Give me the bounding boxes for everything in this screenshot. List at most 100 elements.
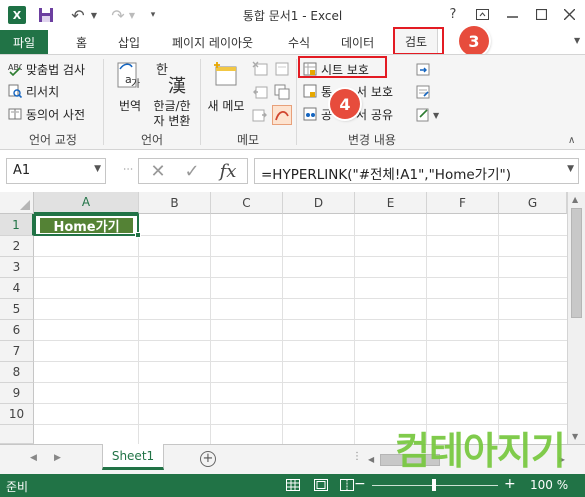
- research-button[interactable]: 리서치: [8, 82, 59, 100]
- thesaurus-button[interactable]: 동의어 사전: [8, 105, 85, 123]
- allow-edit-ranges-icon[interactable]: [415, 84, 431, 100]
- tab-formulas[interactable]: 수식: [288, 30, 310, 54]
- column-header[interactable]: A: [34, 192, 139, 214]
- tab-file[interactable]: 파일: [0, 30, 48, 54]
- hangul-icon: 한: [156, 63, 168, 78]
- zoom-out-button[interactable]: −: [354, 476, 366, 492]
- annotation-step-3: 3: [459, 26, 489, 56]
- next-sheet-icon[interactable]: ▶: [54, 453, 61, 463]
- previous-comment-icon[interactable]: [252, 84, 268, 100]
- tab-data[interactable]: 데이터: [341, 30, 374, 54]
- maximize-icon[interactable]: [528, 3, 554, 25]
- cell-a1[interactable]: Home가기: [34, 214, 141, 238]
- translate-label: 번역: [118, 99, 142, 113]
- show-all-comments-icon[interactable]: [274, 84, 290, 100]
- vertical-scrollbar[interactable]: ▲ ▼: [567, 192, 585, 444]
- hangul-hanja-label-1: 한글/한: [153, 99, 191, 113]
- protect-workbook-label-end: 서 보호: [356, 84, 393, 99]
- next-comment-icon[interactable]: [252, 107, 268, 123]
- column-header[interactable]: D: [283, 192, 355, 214]
- row-header[interactable]: [0, 425, 34, 444]
- row-header[interactable]: 4: [0, 278, 34, 299]
- track-changes-icon[interactable]: [415, 107, 431, 123]
- column-header[interactable]: C: [211, 192, 283, 214]
- annotation-box-protect-sheet: [298, 56, 387, 78]
- scroll-up-icon[interactable]: ▲: [572, 195, 578, 204]
- row-header[interactable]: 2: [0, 236, 34, 257]
- watermark: 컴테아지기: [395, 429, 566, 473]
- tab-home[interactable]: 홈: [76, 30, 87, 54]
- zoom-slider-thumb[interactable]: [432, 479, 436, 491]
- expand-formula-bar-icon[interactable]: ▼: [567, 164, 574, 174]
- scroll-left-icon[interactable]: ◀: [368, 455, 374, 464]
- status-ready: 준비: [6, 480, 29, 494]
- annotation-step-4: 4: [330, 89, 360, 119]
- track-changes-dropdown-icon[interactable]: ▼: [433, 111, 439, 120]
- tab-insert[interactable]: 삽입: [118, 30, 140, 54]
- svg-text:ABC: ABC: [8, 63, 22, 72]
- ribbon-tabs: 파일 홈 삽입 페이지 레이아웃 수식 데이터 검토 ▼: [0, 28, 585, 77]
- zoom-in-button[interactable]: +: [504, 476, 516, 492]
- spelling-label: 맞춤법 검사: [26, 62, 86, 77]
- close-icon[interactable]: [556, 3, 582, 25]
- translate-icon: a 가: [117, 62, 140, 90]
- hangul-hanja-button[interactable]: 한 漢 한글/한 자 변환: [150, 59, 196, 131]
- research-label: 리서치: [26, 84, 60, 99]
- select-all-button[interactable]: [0, 192, 34, 214]
- new-comment-button[interactable]: 새 메모: [204, 59, 248, 131]
- row-header[interactable]: 10: [0, 404, 34, 425]
- group-label-changes: 변경 내용: [348, 133, 396, 147]
- row-header[interactable]: 5: [0, 299, 34, 320]
- show-hide-comment-icon[interactable]: [274, 61, 290, 77]
- hyperlink-home[interactable]: Home가기: [40, 218, 133, 235]
- formula-text: =HYPERLINK("#전체!A1","Home가기"): [261, 167, 511, 183]
- page-layout-view-icon[interactable]: [312, 477, 330, 493]
- tab-page-layout[interactable]: 페이지 레이아웃: [172, 30, 253, 54]
- column-header[interactable]: G: [499, 192, 567, 214]
- formula-bar: A1 ▼ ⋮ ✕ ✓ fx =HYPERLINK("#전체!A1","Home가…: [0, 150, 585, 192]
- scroll-down-icon[interactable]: ▼: [572, 432, 578, 441]
- status-bar: 준비 − + 100 %: [0, 474, 585, 497]
- row-header[interactable]: 3: [0, 257, 34, 278]
- formula-input[interactable]: =HYPERLINK("#전체!A1","Home가기") ▼: [254, 158, 579, 184]
- help-button[interactable]: ?: [440, 3, 466, 25]
- normal-view-icon[interactable]: [284, 477, 302, 493]
- window-title: 통합 문서1 - Excel: [242, 9, 343, 23]
- column-header[interactable]: E: [355, 192, 427, 214]
- delete-comment-icon[interactable]: [252, 61, 268, 77]
- row-header[interactable]: 9: [0, 383, 34, 404]
- row-header[interactable]: 7: [0, 341, 34, 362]
- fill-handle[interactable]: [135, 232, 141, 238]
- add-sheet-button[interactable]: +: [200, 451, 216, 467]
- group-label-proofing: 언어 교정: [29, 133, 77, 147]
- tab-split-handle[interactable]: ⋮: [352, 451, 362, 462]
- column-header[interactable]: B: [139, 192, 211, 214]
- show-ink-icon[interactable]: [272, 105, 292, 125]
- prev-sheet-icon[interactable]: ◀: [30, 453, 37, 463]
- column-header[interactable]: F: [427, 192, 499, 214]
- sheet-tab[interactable]: Sheet1: [102, 444, 164, 470]
- name-box-dropdown-icon[interactable]: ▼: [94, 164, 101, 174]
- cancel-icon[interactable]: ✕: [141, 159, 175, 183]
- formula-bar-resize-handle[interactable]: ⋮: [122, 164, 133, 174]
- hangul-hanja-label-2: 자 변환: [153, 114, 191, 128]
- insert-function-icon[interactable]: fx: [211, 159, 245, 183]
- worksheet-grid: A B C D E F G 1 2 3 4 5 6 7 8 9 10 Home가…: [0, 192, 585, 444]
- name-box[interactable]: A1 ▼: [6, 158, 106, 184]
- row-header[interactable]: 8: [0, 362, 34, 383]
- row-header[interactable]: 1: [0, 214, 34, 236]
- protect-share-icon[interactable]: [415, 61, 431, 77]
- ribbon-display-icon[interactable]: [469, 3, 495, 25]
- row-header[interactable]: 6: [0, 320, 34, 341]
- enter-icon[interactable]: ✓: [175, 159, 209, 183]
- minimize-icon[interactable]: [499, 3, 525, 25]
- hanja-icon: 漢: [168, 76, 186, 97]
- annotation-box-review-tab: [393, 27, 444, 55]
- svg-text:가: 가: [131, 78, 140, 90]
- collapse-ribbon-icon[interactable]: ∧: [568, 135, 575, 146]
- spelling-button[interactable]: ABC 맞춤법 검사: [8, 60, 85, 78]
- zoom-level[interactable]: 100 %: [530, 478, 568, 492]
- account-dropdown-icon[interactable]: ▼: [574, 36, 580, 45]
- translate-button[interactable]: a 가 번역: [112, 59, 148, 131]
- vertical-scroll-thumb[interactable]: [571, 208, 582, 318]
